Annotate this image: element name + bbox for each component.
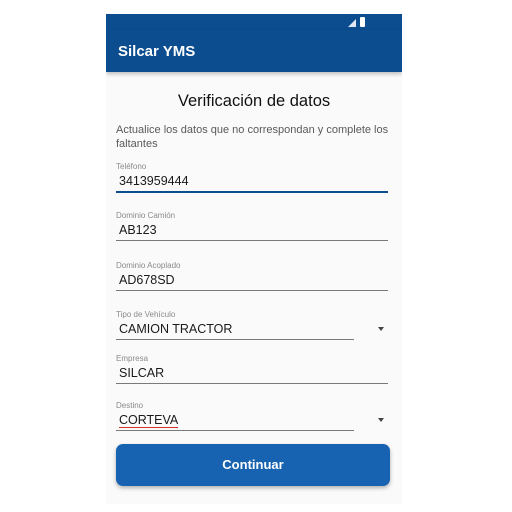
battery-icon [360,17,365,27]
trailer-domain-label: Dominio Acoplado [116,261,181,270]
vehicle-type-underline [116,339,354,340]
instructions-text: Actualice los datos que no correspondan … [116,124,389,150]
app-title: Silcar YMS [118,43,196,60]
phone-label: Teléfono [116,162,147,171]
vehicle-type-label: Tipo de Vehículo [116,310,176,319]
phone-input[interactable]: 3413959444 [119,174,189,188]
destination-label: Destino [116,401,144,410]
truck-domain-label: Dominio Camión [116,211,176,220]
destination-underline [116,430,354,431]
trailer-domain-underline [116,290,388,291]
truck-domain-underline [116,240,388,241]
truck-domain-input[interactable]: AB123 [119,223,157,237]
destination-value[interactable]: CORTEVA [119,413,179,428]
company-underline [116,383,388,384]
company-input[interactable]: SILCAR [119,366,164,380]
page-title: Verificación de datos [177,92,331,110]
continue-button[interactable]: Continuar [116,444,390,486]
phone-screen: Silcar YMS Verificación de datos Actuali… [106,14,402,504]
vehicle-type-value[interactable]: CAMION TRACTOR [119,322,232,336]
company-label: Empresa [116,354,149,363]
trailer-domain-input[interactable]: AD678SD [119,273,175,287]
signal-icon [348,19,356,27]
status-bar [106,14,402,30]
app-bar: Silcar YMS [106,30,402,72]
chevron-down-icon[interactable] [378,327,384,331]
phone-underline [116,191,388,193]
chevron-down-icon[interactable] [378,418,384,422]
